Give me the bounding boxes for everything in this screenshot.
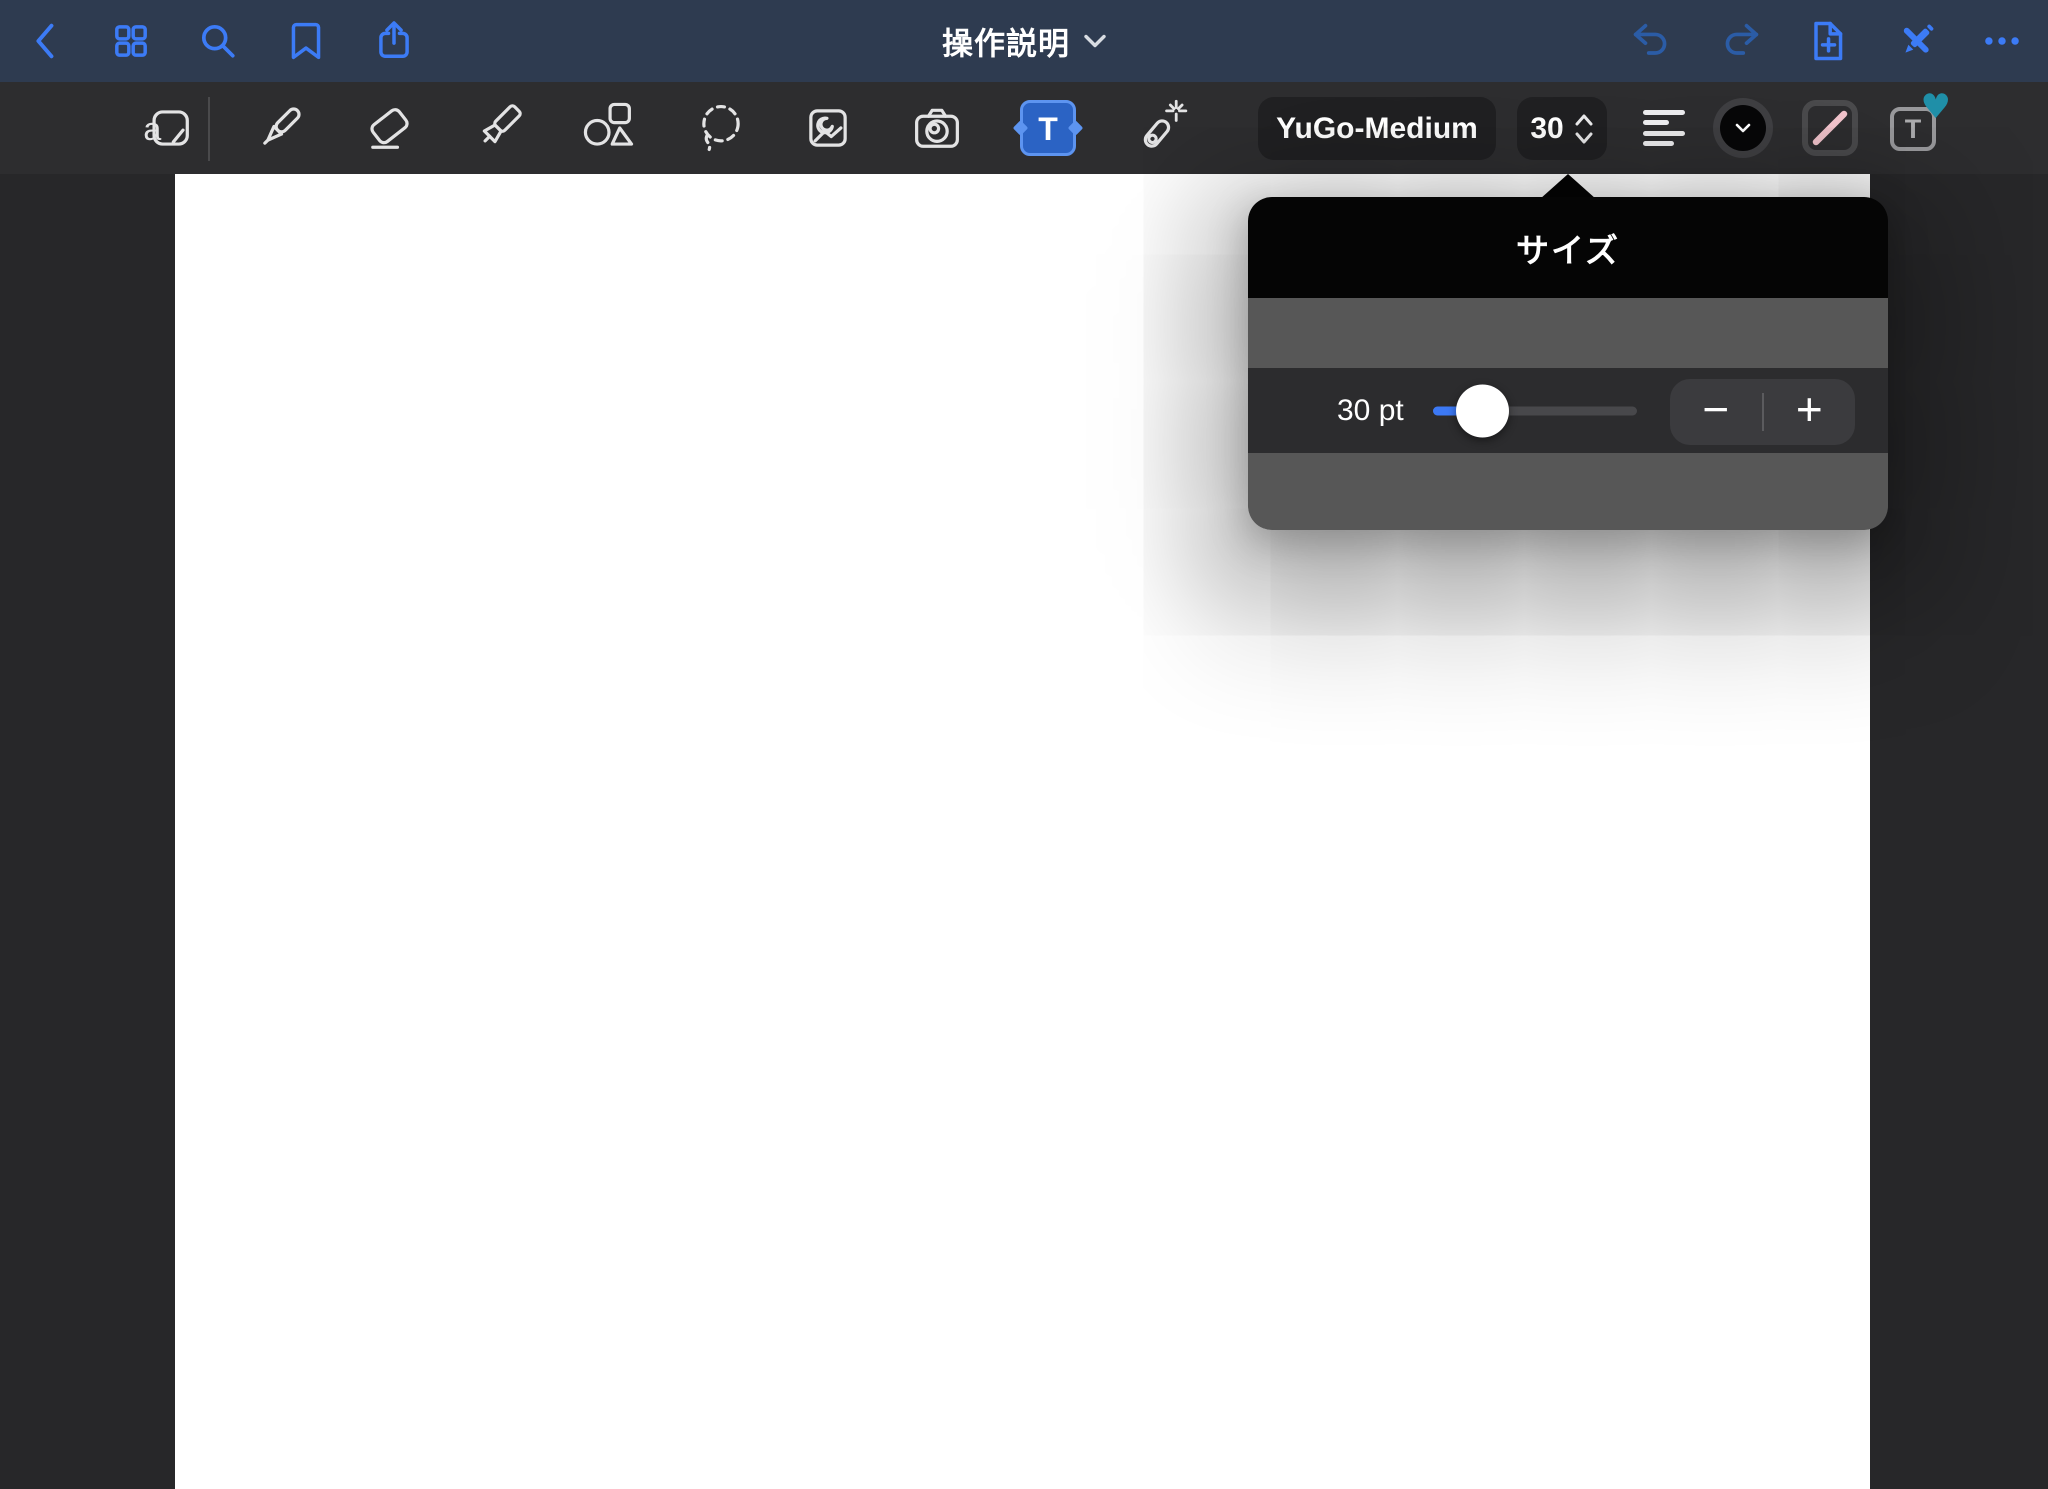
favorite-text-style-button[interactable]: T ♥: [1890, 90, 1951, 153]
shapes-tool-button[interactable]: [579, 98, 639, 158]
laser-pointer-button[interactable]: [1128, 98, 1188, 158]
insert-image-button[interactable]: [798, 98, 858, 158]
lasso-icon: [702, 104, 740, 152]
pen-mode-toggle-button[interactable]: [1893, 17, 1941, 65]
nav-bar: 操作説明: [0, 0, 2048, 82]
toolbar-divider: [208, 97, 210, 161]
pen-tool-button[interactable]: [250, 98, 310, 158]
popover-header: サイズ: [1248, 197, 1888, 298]
pencil-cross-icon: [1903, 24, 1934, 53]
search-icon: [201, 24, 235, 58]
add-page-button[interactable]: [1804, 17, 1852, 65]
share-button[interactable]: [370, 17, 418, 65]
highlighter-tool-button[interactable]: [468, 98, 528, 158]
add-page-icon: [1814, 21, 1843, 61]
redo-button[interactable]: [1716, 17, 1764, 65]
popover-band-bottom: [1248, 453, 1888, 530]
read-only-mode-button[interactable]: a: [138, 98, 198, 158]
text-color-button[interactable]: [1713, 98, 1773, 158]
share-icon: [379, 21, 409, 59]
popover-title: サイズ: [1515, 231, 1620, 269]
increase-size-button[interactable]: +: [1764, 379, 1856, 445]
camera-button[interactable]: [907, 98, 967, 158]
size-value-label: 30 pt: [1337, 393, 1404, 427]
back-chevron-icon: [36, 23, 54, 59]
search-button[interactable]: [194, 17, 242, 65]
camera-icon: [915, 108, 959, 148]
document-title-label: 操作説明: [942, 26, 1070, 62]
up-down-chevrons-icon: [1575, 114, 1593, 143]
text-tool-letter: T: [1038, 111, 1058, 147]
align-bar: [1643, 120, 1669, 126]
size-slider-row: 30 pt − +: [1248, 368, 1888, 453]
eraser-icon: [370, 108, 409, 149]
fill-color-button[interactable]: [1802, 100, 1858, 156]
chevron-down-icon: [1084, 34, 1106, 47]
popover-body: サイズ 30 pt − +: [1248, 197, 1888, 530]
size-popover: サイズ 30 pt − +: [1248, 173, 1888, 530]
heart-icon: ♥: [1920, 87, 1951, 127]
chevron-down-icon: [1735, 123, 1751, 133]
align-bar: [1643, 110, 1685, 115]
font-size-label: 30: [1530, 111, 1564, 145]
size-slider[interactable]: [1433, 368, 1637, 453]
highlighter-icon: [482, 104, 522, 144]
bookmark-button[interactable]: [282, 17, 330, 65]
font-name-label: YuGo-Medium: [1276, 111, 1478, 145]
slider-thumb[interactable]: [1456, 384, 1509, 437]
font-size-button[interactable]: 30: [1517, 97, 1607, 160]
pen-icon: [263, 107, 301, 145]
undo-button[interactable]: [1628, 17, 1676, 65]
text-alignment-button[interactable]: [1643, 110, 1687, 146]
laser-pointer-icon: [1143, 99, 1188, 148]
text-tool-button[interactable]: T: [1012, 100, 1084, 156]
grid-view-icon: [115, 25, 147, 57]
image-icon: [809, 109, 847, 147]
read-only-mode-icon: a: [143, 110, 189, 147]
decrease-size-button[interactable]: −: [1670, 379, 1762, 445]
document-title[interactable]: 操作説明: [936, 18, 1112, 65]
lasso-tool-button[interactable]: [691, 98, 751, 158]
size-stepper: − +: [1670, 379, 1855, 445]
grid-view-button[interactable]: [107, 17, 155, 65]
svg-text:a: a: [143, 111, 161, 147]
goodnotes-app: 操作説明 a T YuGo-Medium 30 T ♥ サイズ 30 pt − …: [0, 0, 2048, 1489]
undo-icon: [1633, 23, 1667, 55]
redo-icon: [1725, 23, 1759, 55]
ellipsis-icon: [1985, 37, 2019, 45]
text-color-swatch: [1720, 105, 1766, 151]
eraser-tool-button[interactable]: [361, 98, 421, 158]
align-bar: [1643, 130, 1685, 136]
back-button[interactable]: [22, 17, 70, 65]
shapes-icon: [583, 102, 634, 146]
popover-arrow-icon: [1540, 174, 1596, 199]
tools-toolbar: a T YuGo-Medium 30 T ♥: [0, 82, 2048, 174]
text-handle-right-icon: [1067, 120, 1084, 136]
text-handle-left-icon: [1012, 120, 1029, 136]
more-button[interactable]: [1978, 17, 2026, 65]
bookmark-icon: [291, 22, 321, 60]
align-bar: [1643, 140, 1674, 146]
popover-band-top: [1248, 298, 1888, 368]
font-button[interactable]: YuGo-Medium: [1258, 97, 1496, 160]
no-fill-icon: [1812, 110, 1848, 146]
